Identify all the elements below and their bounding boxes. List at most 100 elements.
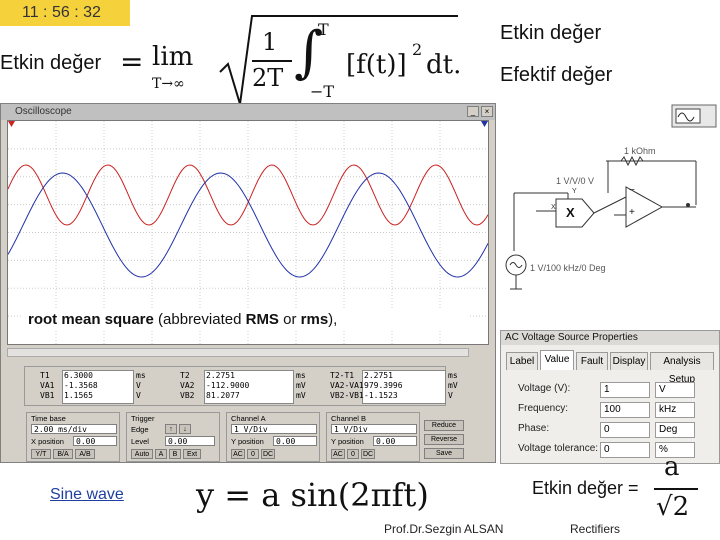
readout-label: VA1 (40, 381, 55, 390)
readout-value: 979.3996 (364, 381, 403, 390)
timebase-xpos-field[interactable]: 0.00 (73, 436, 117, 446)
sine-wave-link[interactable]: Sine wave (50, 486, 124, 504)
reverse-button[interactable]: Reverse (424, 434, 464, 445)
trigger-ext-button[interactable]: Ext (183, 449, 201, 459)
multiplier-label: 1 V/V/0 V (556, 176, 595, 186)
yt-button[interactable]: Y/T (31, 449, 51, 459)
formula-frac-bar (252, 60, 292, 62)
opamp-minus: − (629, 185, 635, 196)
readout-value: -1.1523 (364, 391, 398, 400)
readout-label: T2-T1 (330, 371, 355, 380)
circuit-schematic (505, 104, 717, 290)
cursor-1-marker (8, 121, 15, 127)
property-label: Frequency: (518, 403, 569, 414)
property-unit-field[interactable]: kHz (655, 402, 695, 418)
channel-a-zero-button[interactable]: 0 (247, 449, 259, 459)
rms-abbr-1: RMS (245, 311, 279, 328)
formula-int-lower: −T (310, 82, 335, 101)
property-unit-field[interactable]: Deg (655, 422, 695, 438)
timebase-scale-field[interactable]: 2.00 ms/div (31, 424, 117, 434)
channel-b-ac-button[interactable]: AC (331, 449, 345, 459)
clock-display: 11 : 56 : 32 (0, 0, 130, 26)
readout-label: VA2-VA1 (330, 381, 364, 390)
tab-value[interactable]: Value (540, 350, 574, 370)
multiplier-symbol (555, 198, 595, 228)
readout-label: T2 (180, 371, 190, 380)
readout-value: 6.3000 (64, 371, 93, 380)
edge-rising-button[interactable]: ↑ (165, 424, 177, 434)
channel-a-ypos-label: Y position (231, 437, 264, 446)
source-label: 1 V/100 kHz/0 Deg (530, 263, 606, 273)
tab-label[interactable]: Label (506, 352, 538, 370)
topic-label: Rectifiers (570, 522, 621, 536)
readout-label: VB1 (40, 391, 55, 400)
property-value-field[interactable]: 0 (600, 442, 650, 458)
trigger-edge-label: Edge (131, 425, 149, 434)
scope-scrollbar[interactable] (7, 348, 469, 357)
tab-analysis-setup[interactable]: Analysis Setup (650, 352, 714, 385)
readout-unit: ms (296, 371, 306, 380)
channel-a-scale-field[interactable]: 1 V/Div (231, 424, 317, 434)
channel-b-dc-button[interactable]: DC (361, 449, 375, 459)
ba-button[interactable]: B/A (53, 449, 73, 459)
property-value-field[interactable]: 100 (600, 402, 650, 418)
sine-formula: y = a sin(2πft) (196, 476, 429, 514)
trigger-level-field[interactable]: 0.00 (165, 436, 215, 446)
rms-or: or (278, 311, 301, 328)
readout-value: -112.9000 (206, 381, 250, 390)
mult-y-label: Y (572, 188, 577, 195)
author-name: Prof.Dr.Sezgin ALSAN (384, 522, 504, 536)
dialog-title[interactable]: AC Voltage Source Properties (501, 331, 719, 345)
cursor-2-marker (481, 121, 488, 127)
channel-b-zero-button[interactable]: 0 (347, 449, 359, 459)
edge-falling-button[interactable]: ↓ (179, 424, 191, 434)
formula-int-upper: T (318, 20, 329, 39)
readout-value: 2.2751 (364, 371, 393, 380)
readout-value: -1.3568 (64, 381, 98, 390)
formula-integrand: [f(t)] (346, 50, 407, 80)
property-unit-field[interactable]: V (655, 382, 695, 398)
formula-frac-den: 2T (252, 64, 284, 92)
property-value-field[interactable]: 0 (600, 422, 650, 438)
trigger-a-button[interactable]: A (155, 449, 167, 459)
readout-label: VB2 (180, 391, 195, 400)
property-label: Phase: (518, 423, 550, 434)
ab-button[interactable]: A/B (75, 449, 95, 459)
resistor-label: 1 kOhm (624, 146, 656, 156)
readout-unit: V (136, 381, 141, 390)
readout-value: 81.2077 (206, 391, 240, 400)
trigger-title: Trigger (131, 414, 155, 423)
readout-label: VA2 (180, 381, 195, 390)
readout-label: T1 (40, 371, 50, 380)
channel-b-ypos-field[interactable]: 0.00 (373, 436, 417, 446)
channel-a-title: Channel A (231, 414, 266, 423)
save-button[interactable]: Save (424, 448, 464, 459)
readout-unit: mV (296, 391, 306, 400)
rms-term: root mean square (28, 311, 154, 328)
readout-unit: mV (448, 381, 458, 390)
readout-unit: ms (448, 371, 458, 380)
reduce-button[interactable]: Reduce (424, 420, 464, 431)
rms-suffix: ), (328, 311, 338, 328)
close-button[interactable]: × (481, 106, 493, 117)
tab-display[interactable]: Display (610, 352, 648, 370)
oscilloscope-titlebar[interactable]: Oscilloscope (1, 104, 495, 120)
right-effective-label: Efektif değer (500, 64, 613, 86)
channel-a-ypos-field[interactable]: 0.00 (273, 436, 317, 446)
formula-lim-sub: T→∞ (152, 76, 185, 92)
channel-b-scale-field[interactable]: 1 V/Div (331, 424, 417, 434)
rms-result-den: √2 (656, 492, 690, 522)
property-value-field[interactable]: 1 (600, 382, 650, 398)
tab-fault[interactable]: Fault (576, 352, 608, 370)
minimize-button[interactable]: _ (467, 106, 479, 117)
channel-a-ac-button[interactable]: AC (231, 449, 245, 459)
trigger-auto-button[interactable]: Auto (131, 449, 153, 459)
channel-a-trace (8, 164, 488, 226)
channel-a-dc-button[interactable]: DC (261, 449, 275, 459)
readout-unit: V (448, 391, 453, 400)
trigger-b-button[interactable]: B (169, 449, 181, 459)
channel-b-title: Channel B (331, 414, 367, 423)
readout-unit: ms (136, 371, 146, 380)
rms-result-num: a (664, 452, 680, 482)
readout-unit: V (136, 391, 141, 400)
